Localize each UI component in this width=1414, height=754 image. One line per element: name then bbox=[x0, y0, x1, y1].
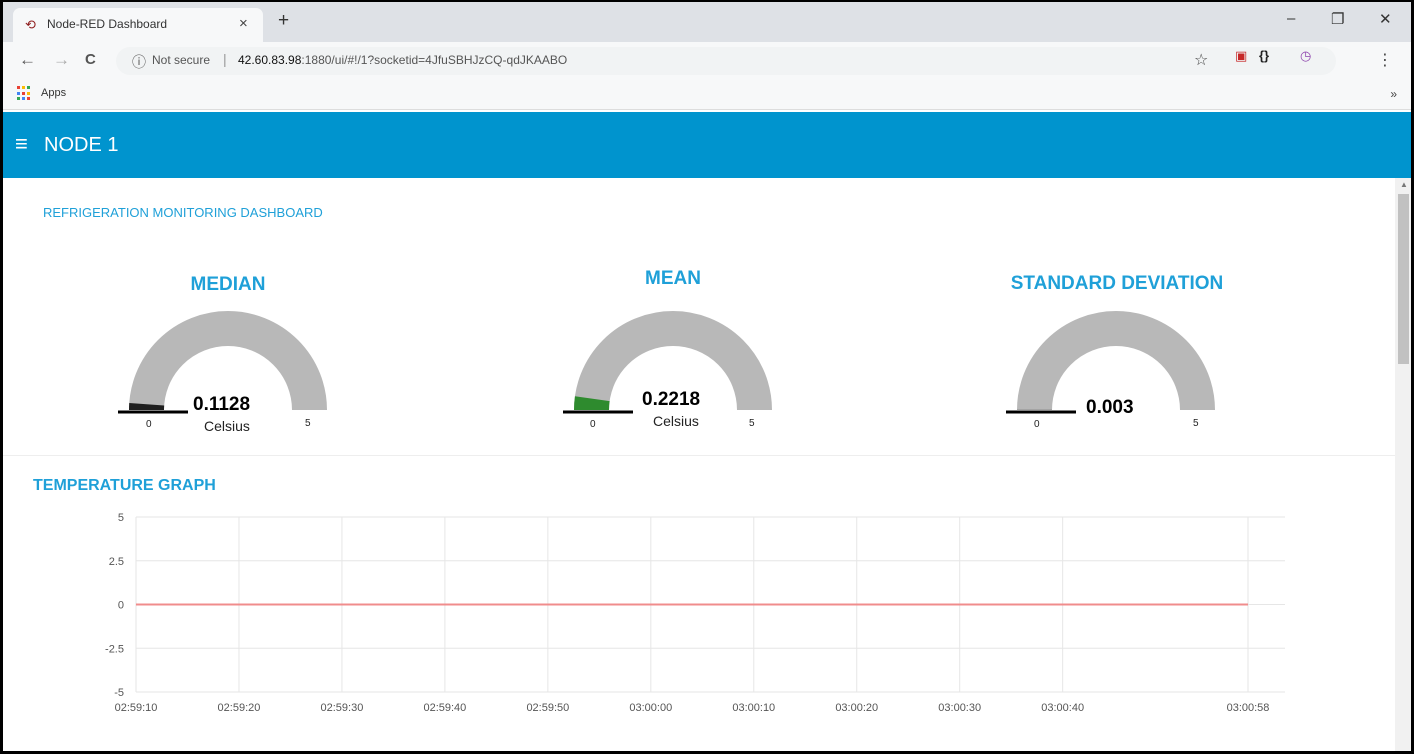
temperature-line-chart: 5 2.5 0 -2.5 -5 02:59:10 02:59:20 02:59:30 02:59… bbox=[105, 512, 1285, 714]
page-scrollbar[interactable]: ▲ bbox=[1395, 178, 1411, 751]
scroll-up-arrow-icon[interactable]: ▲ bbox=[1400, 180, 1408, 189]
dashboard-content: REFRIGERATION MONITORING DASHBOARD MEDIA… bbox=[3, 178, 1395, 751]
bookmark-apps[interactable]: Apps bbox=[41, 87, 66, 99]
y-tick-label: -5 bbox=[114, 687, 124, 699]
window-restore-button[interactable]: ❐ bbox=[1331, 10, 1344, 28]
x-tick-label: 02:59:40 bbox=[423, 702, 466, 714]
gauge-units: Celsius bbox=[204, 418, 250, 434]
divider bbox=[3, 455, 1395, 456]
x-tick-label: 02:59:30 bbox=[321, 702, 364, 714]
x-tick-label: 02:59:10 bbox=[115, 702, 158, 714]
gauge-value: 0.003 bbox=[1086, 397, 1134, 418]
gauge-value: 0.2218 bbox=[642, 389, 701, 410]
new-tab-button[interactable]: + bbox=[278, 11, 289, 31]
bookmark-star-icon[interactable]: ☆ bbox=[1194, 50, 1208, 70]
gauge-standard-deviation: STANDARD DEVIATION 0.003 0 5 bbox=[996, 270, 1236, 450]
url-text[interactable]: 42.60.83.98:1880/ui/#!/1?socketid=4JfuSB… bbox=[238, 53, 567, 67]
gauge-max: 5 bbox=[1193, 418, 1199, 429]
tab-title: Node-RED Dashboard bbox=[47, 17, 168, 31]
extension-json-icon[interactable]: {} bbox=[1259, 48, 1269, 63]
tab-close-icon[interactable]: × bbox=[239, 15, 248, 32]
section-title: REFRIGERATION MONITORING DASHBOARD bbox=[43, 205, 323, 220]
gauge-units: Celsius bbox=[653, 413, 699, 429]
y-tick-label: 5 bbox=[118, 512, 124, 524]
y-tick-label: 0 bbox=[118, 600, 124, 612]
x-tick-label: 03:00:00 bbox=[629, 702, 672, 714]
reload-button[interactable]: C bbox=[85, 51, 96, 68]
url-host: 42.60.83.98 bbox=[238, 53, 302, 67]
gauge-min: 0 bbox=[590, 419, 596, 430]
gauge-max: 5 bbox=[305, 418, 311, 429]
browser-tab-bar: ⟲ Node-RED Dashboard × + – ❐ ✕ bbox=[3, 2, 1411, 42]
menu-hamburger-icon[interactable]: ≡ bbox=[15, 131, 28, 157]
gauge-min: 0 bbox=[1034, 419, 1040, 430]
gauge-value: 0.1128 bbox=[193, 394, 251, 415]
browser-address-bar: ← → C ⓘ Not secure | 42.60.83.98:1880/ui… bbox=[3, 42, 1411, 80]
gauge-fill bbox=[574, 396, 610, 411]
back-button[interactable]: ← bbox=[19, 50, 36, 70]
y-tick-label: 2.5 bbox=[109, 556, 124, 568]
forward-button[interactable]: → bbox=[53, 50, 70, 70]
x-tick-label: 03:00:10 bbox=[732, 702, 775, 714]
x-tick-label: 03:00:40 bbox=[1041, 702, 1084, 714]
node-red-favicon-icon: ⟲ bbox=[25, 17, 36, 32]
browser-menu-icon[interactable]: ⋮ bbox=[1377, 50, 1393, 70]
browser-tab[interactable]: ⟲ Node-RED Dashboard × bbox=[13, 8, 263, 42]
x-tick-label: 02:59:50 bbox=[526, 702, 569, 714]
gauge-dial bbox=[1006, 311, 1215, 414]
address-separator: | bbox=[223, 51, 227, 67]
bookmarks-bar: Apps » bbox=[3, 80, 1411, 110]
graph-title: TEMPERATURE GRAPH bbox=[33, 477, 216, 494]
info-icon[interactable]: ⓘ bbox=[132, 52, 146, 72]
bookmarks-more-button[interactable]: » bbox=[1390, 87, 1397, 101]
y-tick-label: -2.5 bbox=[105, 643, 124, 655]
gauge-min: 0 bbox=[146, 419, 152, 430]
x-tick-label: 02:59:20 bbox=[218, 702, 261, 714]
dashboard-toolbar: ≡ NODE 1 bbox=[3, 112, 1411, 178]
gauge-max: 5 bbox=[749, 418, 755, 429]
url-omnibox[interactable]: ⓘ Not secure | 42.60.83.98:1880/ui/#!/1?… bbox=[116, 47, 1336, 75]
gauge-median: MEDIAN 0.1128 Celsius 0 5 bbox=[108, 270, 348, 450]
screenshot-frame: ⟲ Node-RED Dashboard × + – ❐ ✕ ← → C ⓘ N… bbox=[0, 0, 1414, 754]
window-minimize-button[interactable]: – bbox=[1287, 10, 1295, 27]
dashboard-title: NODE 1 bbox=[44, 134, 119, 156]
extension-clock-icon[interactable]: ◷ bbox=[1300, 48, 1311, 64]
x-tick-label: 03:00:30 bbox=[938, 702, 981, 714]
security-label: Not secure bbox=[152, 53, 211, 67]
window-close-button[interactable]: ✕ bbox=[1379, 10, 1392, 28]
x-tick-label: 03:00:20 bbox=[835, 702, 878, 714]
scrollbar-thumb[interactable] bbox=[1398, 194, 1409, 364]
apps-grid-icon[interactable] bbox=[17, 86, 32, 101]
extension-shield-icon[interactable]: ▣ bbox=[1235, 48, 1247, 64]
x-tick-label: 03:00:58 bbox=[1227, 702, 1270, 714]
url-path: :1880/ui/#!/1?socketid=4JfuSBHJzCQ-qdJKA… bbox=[301, 53, 568, 67]
gauge-mean: MEAN 0.2218 Celsius 0 5 bbox=[553, 268, 793, 450]
